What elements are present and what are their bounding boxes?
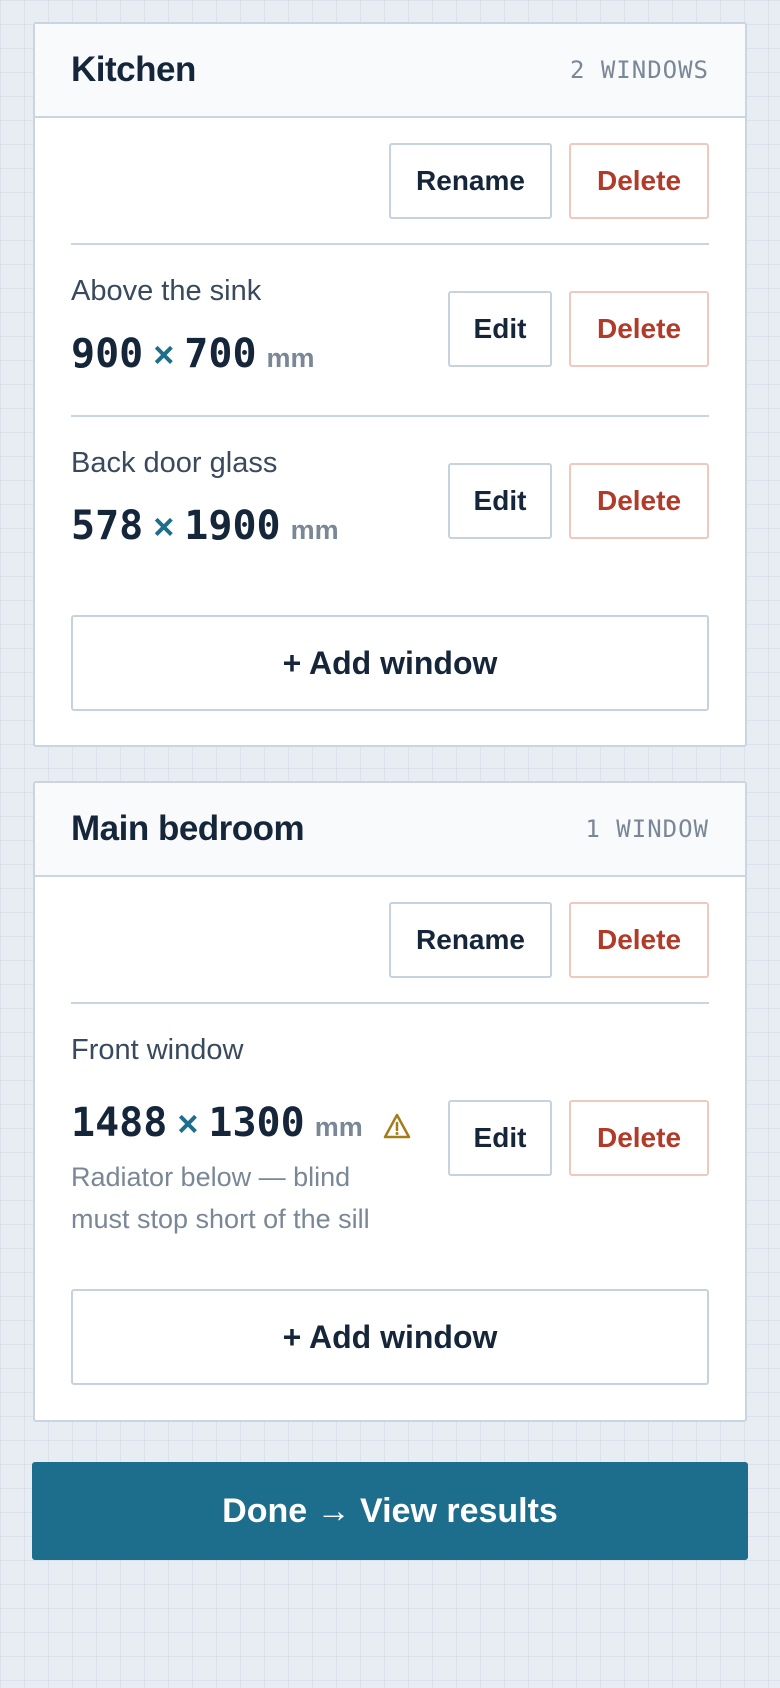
- warning-triangle-icon: [383, 1113, 411, 1144]
- edit-window-button[interactable]: Edit: [448, 1100, 552, 1176]
- room-window-count: 1 WINDOW: [585, 815, 709, 843]
- window-actions: Edit Delete: [448, 1100, 709, 1176]
- room-title: Kitchen: [71, 50, 196, 89]
- edit-window-button[interactable]: Edit: [448, 291, 552, 367]
- room-card-main-bedroom: Main bedroom 1 WINDOW Rename Delete Fron…: [33, 781, 747, 1422]
- done-view-results-button[interactable]: Done → View results: [32, 1462, 748, 1560]
- window-dimensions: 578 × 1900 mm: [71, 503, 339, 549]
- window-item: Front window 1488 × 1300 mm Radiator bel…: [71, 1004, 709, 1264]
- window-actions: Edit Delete: [448, 291, 709, 367]
- room-header: Main bedroom 1 WINDOW: [35, 783, 745, 877]
- delete-window-button[interactable]: Delete: [569, 463, 709, 539]
- room-title: Main bedroom: [71, 809, 305, 848]
- window-width: 900: [71, 331, 144, 377]
- times-symbol: ×: [177, 1103, 199, 1144]
- window-height: 1900: [184, 503, 281, 549]
- rename-room-button[interactable]: Rename: [389, 901, 552, 978]
- delete-window-button[interactable]: Delete: [569, 1100, 709, 1176]
- room-header: Kitchen 2 WINDOWS: [35, 24, 745, 118]
- add-window-button[interactable]: + Add window: [71, 615, 709, 711]
- times-symbol: ×: [153, 506, 175, 547]
- window-dimensions: 1488 × 1300 mm: [71, 1100, 411, 1146]
- window-dimensions: 900 × 700 mm: [71, 331, 315, 377]
- window-name: Front window: [71, 1034, 244, 1066]
- window-note: Radiator below — blind must stop short o…: [71, 1162, 370, 1234]
- room-card-kitchen: Kitchen 2 WINDOWS Rename Delete Above th…: [33, 22, 747, 747]
- delete-room-button[interactable]: Delete: [569, 142, 709, 219]
- window-item: Back door glass 578 × 1900 mm Edit Delet…: [71, 417, 709, 587]
- delete-room-button[interactable]: Delete: [569, 901, 709, 978]
- delete-window-button[interactable]: Delete: [569, 291, 709, 367]
- window-height: 1300: [208, 1100, 305, 1146]
- window-actions: Edit Delete: [448, 463, 709, 539]
- edit-window-button[interactable]: Edit: [448, 463, 552, 539]
- window-name: Above the sink: [71, 275, 262, 307]
- rename-room-button[interactable]: Rename: [389, 142, 552, 219]
- window-width: 578: [71, 503, 144, 549]
- window-name: Back door glass: [71, 447, 278, 479]
- window-width: 1488: [71, 1100, 168, 1146]
- room-window-count: 2 WINDOWS: [569, 56, 709, 84]
- window-height: 700: [184, 331, 257, 377]
- window-unit: mm: [266, 343, 315, 373]
- add-window-button[interactable]: + Add window: [71, 1289, 709, 1385]
- room-actions: Rename Delete: [71, 118, 709, 245]
- window-unit: mm: [290, 515, 339, 545]
- times-symbol: ×: [153, 334, 175, 375]
- room-actions: Rename Delete: [71, 877, 709, 1004]
- window-unit: mm: [314, 1112, 363, 1142]
- window-item: Above the sink 900 × 700 mm Edit Delete: [71, 245, 709, 417]
